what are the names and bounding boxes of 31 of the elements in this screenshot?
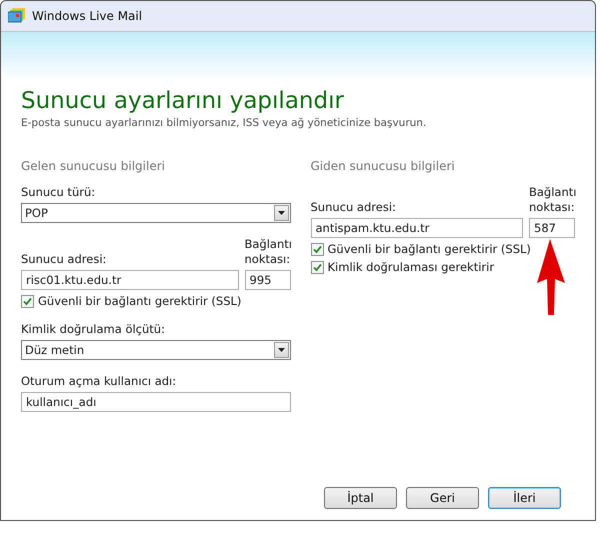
input-field[interactable]: risc01.ktu.edu.tr bbox=[21, 270, 238, 290]
checkbox-label[interactable]: Güvenli bir bağlantı gerektirir (SSL) bbox=[328, 242, 531, 256]
checkbox-label[interactable]: Kimlik doğrulaması gerektirir bbox=[328, 260, 494, 274]
dialog-button[interactable]: İleri bbox=[488, 487, 561, 509]
dropdown[interactable]: POP bbox=[21, 203, 290, 223]
page-heading: Sunucu ayarlarını yapılandır bbox=[21, 88, 345, 114]
field-label: Bağlantı noktası: bbox=[244, 237, 290, 267]
field-label: Sunucu türü: bbox=[21, 185, 96, 199]
subtitle: E-posta sunucu ayarlarınızı bilmiyorsanız, ISS veya ağ yöneticinize başvurun. bbox=[21, 117, 428, 129]
field-label: Sunucu adresi: bbox=[310, 200, 397, 214]
input-field[interactable]: kullanıcı_adı bbox=[21, 392, 290, 412]
section-title: Giden sunucusu bilgileri bbox=[310, 159, 456, 173]
field-label: Oturum açma kullanıcı adı: bbox=[21, 374, 178, 388]
dialog-button[interactable]: İptal bbox=[324, 487, 397, 509]
field-label: Kimlik doğrulama ölçütü: bbox=[21, 322, 166, 336]
dropdown[interactable]: Düz metin bbox=[21, 340, 290, 360]
section-title: Gelen sunucusu bilgileri bbox=[21, 159, 166, 173]
input-field[interactable]: 587 bbox=[529, 218, 575, 238]
window-title: Windows Live Mail bbox=[32, 9, 142, 23]
caret-icon bbox=[278, 348, 284, 352]
field-label: Sunucu adresi: bbox=[21, 252, 108, 266]
mail-app-icon bbox=[8, 8, 26, 24]
checkbox[interactable] bbox=[310, 260, 324, 274]
input-field[interactable]: antispam.ktu.edu.tr bbox=[310, 218, 523, 238]
field-label: Bağlantı noktası: bbox=[529, 185, 575, 215]
checkbox-label[interactable]: Güvenli bir bağlantı gerektirir (SSL) bbox=[38, 294, 242, 308]
checkbox[interactable] bbox=[21, 294, 34, 308]
input-field[interactable]: 995 bbox=[244, 270, 290, 290]
dialog-button[interactable]: Geri bbox=[406, 487, 479, 509]
checkbox[interactable] bbox=[310, 242, 324, 256]
caret-icon bbox=[278, 211, 284, 215]
